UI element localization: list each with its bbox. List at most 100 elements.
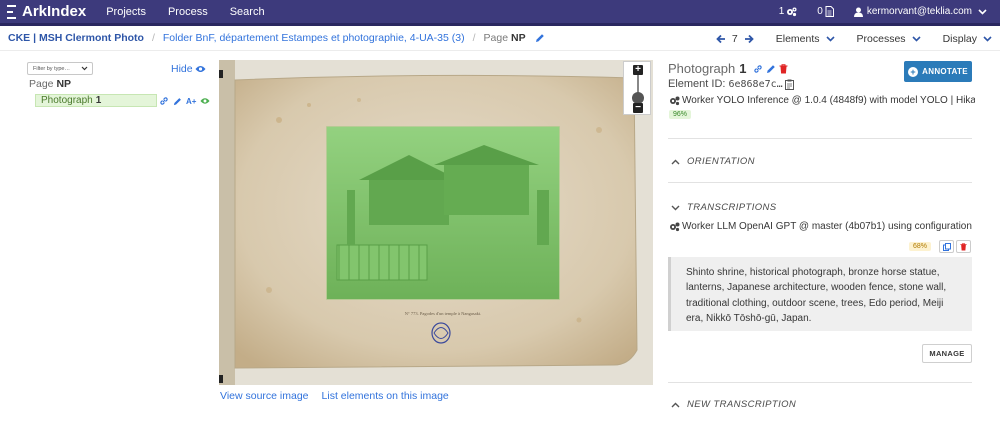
element-id-label: Element ID: <box>668 78 726 90</box>
breadcrumb-corpus[interactable]: CKE | MSH Clermont Photo <box>8 32 144 44</box>
brand[interactable]: ArkIndex <box>7 3 86 20</box>
nav-projects[interactable]: Projects <box>106 6 146 18</box>
cogs-icon <box>787 7 797 16</box>
chevron-down-icon <box>911 35 921 42</box>
element-id: Element ID: 6e868e7c… <box>668 78 794 90</box>
transcriptions-section-toggle[interactable]: TRANSCRIPTIONS <box>671 202 777 213</box>
eye-icon[interactable] <box>200 97 210 105</box>
orientation-section-toggle[interactable]: ORIENTATION <box>671 156 755 167</box>
copy-icon <box>942 242 951 251</box>
trash-icon <box>960 242 967 250</box>
manage-button[interactable]: MANAGE <box>922 344 972 363</box>
transcriptions-label: TRANSCRIPTIONS <box>687 202 777 213</box>
breadcrumb-page: Page NP <box>484 32 526 44</box>
divider <box>668 182 972 183</box>
worker-run-text: Worker YOLO Inference @ 1.0.4 (4848f9) w… <box>682 95 975 106</box>
tree-root-type: Page <box>29 78 54 90</box>
zoom-control: + − <box>623 61 651 115</box>
elements-dropdown-label: Elements <box>775 32 820 45</box>
breadcrumb-separator: / <box>472 32 476 44</box>
viewer-links: View source image List elements on this … <box>220 390 449 402</box>
tasks-counter[interactable]: 0 <box>817 6 834 17</box>
annotate-label: ANNOTATE <box>922 67 968 76</box>
zoom-in-button[interactable]: + <box>633 65 643 75</box>
pencil-icon[interactable] <box>173 97 182 106</box>
transcription-text: Shinto shrine, historical photograph, br… <box>668 257 972 331</box>
add-transcription-icon[interactable]: A+ <box>186 97 196 106</box>
new-transcription-label: NEW TRANSCRIPTION <box>687 399 797 410</box>
link-icon[interactable] <box>753 64 763 74</box>
annotate-button[interactable]: + ANNOTATE <box>904 61 972 82</box>
plus-circle-icon: + <box>908 66 919 77</box>
eye-icon <box>195 66 206 72</box>
new-transcription-toggle[interactable]: NEW TRANSCRIPTION <box>671 399 796 410</box>
transcription-actions <box>939 240 971 253</box>
link-icon[interactable] <box>159 96 169 106</box>
jobs-counter[interactable]: 1 <box>779 6 798 17</box>
chevron-up-icon <box>671 159 680 164</box>
worker-run-info: Worker YOLO Inference @ 1.0.4 (4848f9) w… <box>669 95 975 106</box>
display-dropdown[interactable]: Display <box>943 33 992 45</box>
chevron-down-icon <box>825 35 835 42</box>
page-image: N° 773. Pagodes d'un temple à Nangasaki. <box>219 60 653 385</box>
chevron-down-icon <box>978 8 987 15</box>
breadcrumb: CKE | MSH Clermont Photo / Folder BnF, d… <box>0 26 1000 51</box>
clipboard-icon[interactable] <box>784 79 794 90</box>
chevron-down-icon <box>671 205 680 210</box>
elements-dropdown[interactable]: Elements <box>776 33 835 45</box>
nav-search[interactable]: Search <box>230 6 265 18</box>
chevron-up-icon <box>671 402 680 407</box>
tree-element-photograph[interactable]: Photograph 1 <box>35 94 157 107</box>
element-name: 1 <box>739 61 747 76</box>
cogs-icon <box>670 222 680 231</box>
hide-tree-button[interactable]: Hide <box>171 63 206 75</box>
processes-dropdown[interactable]: Processes <box>857 33 921 45</box>
selected-element-overlay[interactable] <box>326 126 560 300</box>
edit-page-pencil-icon[interactable] <box>535 33 545 43</box>
image-caption: N° 773. Pagodes d'un temple à Nangasaki. <box>405 311 482 316</box>
chevron-down-icon <box>983 35 992 42</box>
trash-icon[interactable] <box>779 63 788 74</box>
arrow-right-icon[interactable] <box>744 34 754 44</box>
delete-transcription-button[interactable] <box>956 240 971 253</box>
arrow-left-icon[interactable] <box>716 34 726 44</box>
element-title: Photograph 1 <box>668 61 788 76</box>
type-filter-select[interactable]: Filter by type… <box>27 62 93 75</box>
tree-element-type: Photograph <box>41 95 93 106</box>
cogs-icon <box>670 96 680 105</box>
brand-name: ArkIndex <box>22 3 87 20</box>
jobs-count: 1 <box>778 6 785 17</box>
tree-element-name: 1 <box>95 95 102 106</box>
divider <box>668 382 972 383</box>
hide-label: Hide <box>171 63 193 75</box>
pencil-icon[interactable] <box>766 64 776 74</box>
processes-dropdown-label: Processes <box>856 32 906 45</box>
divider <box>668 138 972 139</box>
tree-element-actions: A+ <box>159 96 210 106</box>
transcription-confidence-badge: 68% <box>909 242 932 251</box>
view-source-image-link[interactable]: View source image <box>220 390 309 402</box>
breadcrumb-page-type: Page <box>483 32 509 44</box>
copy-transcription-button[interactable] <box>939 240 954 253</box>
tasks-count: 0 <box>817 6 823 17</box>
chevron-down-icon <box>81 66 88 71</box>
nav-process[interactable]: Process <box>168 6 208 18</box>
transcription-worker-text: Worker LLM OpenAI GPT @ master (4b07b1) … <box>682 221 975 232</box>
breadcrumb-folder[interactable]: Folder BnF, département Estampes et phot… <box>163 32 465 44</box>
arkindex-logo-icon <box>7 4 16 19</box>
image-viewer[interactable]: N° 773. Pagodes d'un temple à Nangasaki. <box>219 60 653 385</box>
zoom-out-button[interactable]: − <box>633 103 643 113</box>
tree-root-page[interactable]: Page NP <box>29 78 71 90</box>
file-icon <box>825 6 834 17</box>
navigation-number: 7 <box>731 32 738 45</box>
user-menu[interactable]: kermorvant@teklia.com <box>853 6 991 17</box>
confidence-badge: 96% <box>669 110 692 119</box>
element-type: Photograph <box>668 61 736 76</box>
display-dropdown-label: Display <box>942 32 977 45</box>
user-icon <box>853 7 863 17</box>
element-navigation: 7 <box>716 33 754 45</box>
orientation-label: ORIENTATION <box>687 156 755 167</box>
user-email: kermorvant@teklia.com <box>866 6 972 17</box>
transcription-worker-info: Worker LLM OpenAI GPT @ master (4b07b1) … <box>669 221 975 232</box>
list-elements-link[interactable]: List elements on this image <box>322 390 449 402</box>
